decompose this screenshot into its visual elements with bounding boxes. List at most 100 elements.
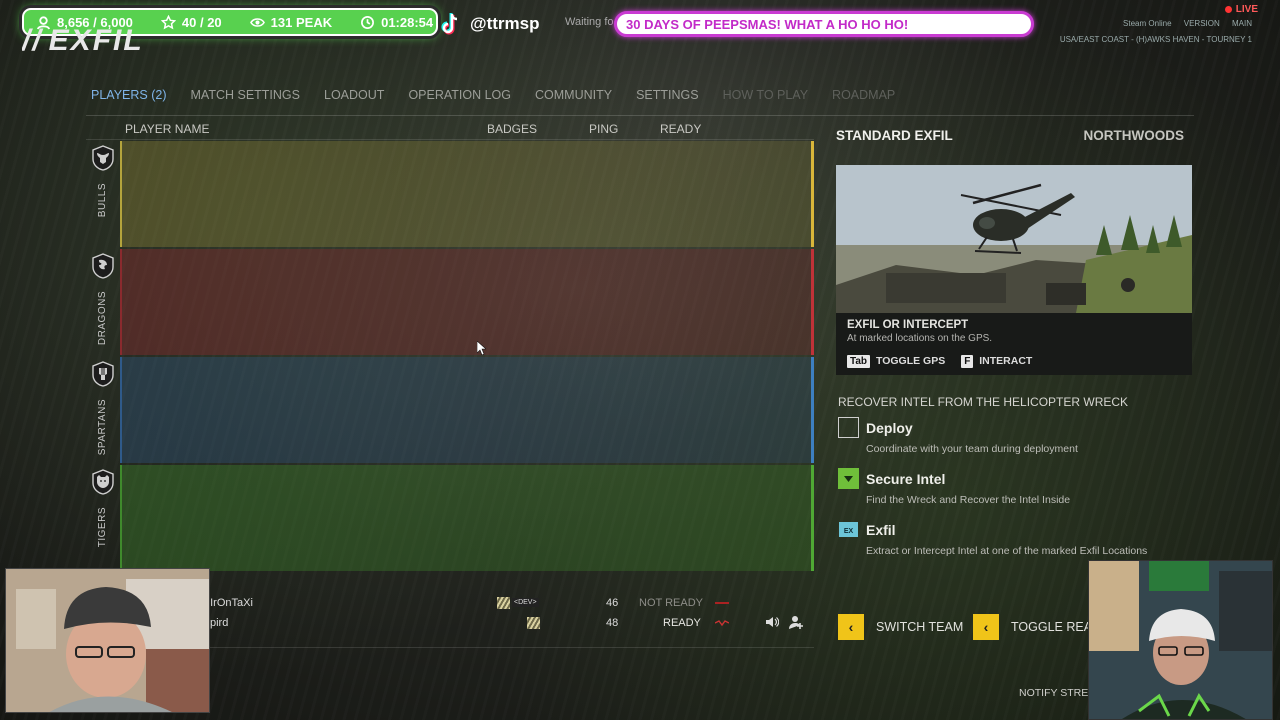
live-indicator: LIVE xyxy=(1224,4,1258,15)
team-fill xyxy=(120,357,814,463)
objective-deploy: Deploy Coordinate with your team during … xyxy=(838,417,1178,461)
server-status-row: Steam Online VERSION MAIN xyxy=(1060,16,1252,32)
objective-exfil: EX Exfil Extract or Intercept Intel at o… xyxy=(838,519,1178,563)
preview-title: EXFIL OR INTERCEPT xyxy=(847,319,969,331)
mode-preview-card: EXFIL OR INTERCEPT At marked locations o… xyxy=(836,165,1192,375)
player-name: ] IrOnTaXi xyxy=(204,597,253,609)
objective-title: Secure Intel xyxy=(866,471,946,487)
live-text: LIVE xyxy=(1235,4,1258,15)
viewers-value: 131 PEAK xyxy=(270,14,333,30)
team-row-spartans[interactable]: SPARTANS xyxy=(86,357,814,463)
team-side: SPARTANS xyxy=(86,357,119,463)
key-tab: Tab xyxy=(847,355,871,368)
person-webcam-icon xyxy=(6,569,209,712)
server-name: USA/EAST COAST - (H)AWKS HAVEN - TOURNEY… xyxy=(1059,35,1252,44)
mode-header: STANDARD EXFIL NORTHWOODS xyxy=(836,128,1184,148)
badge-icon xyxy=(497,597,510,609)
logo-slashes-icon: // xyxy=(22,28,43,54)
uptime-stat: 01:28:54 xyxy=(360,15,433,30)
spartan-emblem-icon xyxy=(91,361,114,387)
tiktok-icon xyxy=(441,13,458,35)
team-row-tigers[interactable]: TIGERS xyxy=(86,465,814,571)
objectives-title: RECOVER INTEL FROM THE HELICOPTER WRECK xyxy=(838,395,1129,409)
objective-title: Deploy xyxy=(866,420,913,436)
player-ready-status: READY xyxy=(663,617,701,629)
tab-community[interactable]: COMMUNITY xyxy=(535,86,624,115)
player-name: pird xyxy=(210,617,229,629)
steam-status: Steam Online xyxy=(1123,19,1172,28)
tab-loadout[interactable]: LOADOUT xyxy=(324,86,396,115)
dragon-emblem-icon xyxy=(91,253,114,279)
col-ready: READY xyxy=(660,122,702,136)
tab-roadmap[interactable]: ROADMAP xyxy=(832,86,907,115)
toggle-ready-button[interactable]: ‹ TOGGLE READ xyxy=(973,614,1101,640)
empty-checkbox-icon xyxy=(838,417,859,438)
objective-desc: Find the Wreck and Recover the Intel Ins… xyxy=(866,494,1071,506)
player-ready-status: NOT READY xyxy=(639,597,703,609)
team-name: SPARTANS xyxy=(97,399,108,456)
notify-stream-button[interactable]: NOTIFY STREA xyxy=(1019,687,1095,699)
team-name: TIGERS xyxy=(97,507,108,548)
team-name: BULLS xyxy=(97,183,108,218)
live-dot-icon xyxy=(1224,6,1232,13)
viewers-stat: 131 PEAK xyxy=(249,14,333,30)
team-fill xyxy=(120,141,814,247)
team-fill xyxy=(120,465,814,571)
tiger-emblem-icon xyxy=(91,469,114,495)
players-table-header: PLAYER NAME BADGES PING READY xyxy=(86,118,814,140)
handle-text: @ttrmsp xyxy=(470,14,540,33)
clock-icon xyxy=(361,15,375,29)
uptime-value: 01:28:54 xyxy=(381,14,434,30)
team-name: DRAGONS xyxy=(97,291,108,346)
ready-indicator-icon xyxy=(715,620,729,626)
webcam-left xyxy=(5,568,210,713)
tab-match-settings[interactable]: MATCH SETTINGS xyxy=(191,86,313,115)
preview-keybinds: Tab TOGGLE GPS F INTERACT xyxy=(847,355,1032,368)
mouse-cursor-icon xyxy=(477,341,486,355)
keybind-label: TOGGLE GPS xyxy=(875,355,946,367)
team-side: TIGERS xyxy=(86,465,119,571)
keybind-toggle-gps: Tab TOGGLE GPS xyxy=(847,355,945,368)
main-nav: PLAYERS (2) MATCH SETTINGS LOADOUT OPERA… xyxy=(86,86,1194,116)
objective-secure-intel: Secure Intel Find the Wreck and Recover … xyxy=(838,468,1178,512)
team-row-bulls[interactable]: BULLS xyxy=(86,141,814,247)
mode-name: STANDARD EXFIL xyxy=(836,128,953,143)
marquee-banner: 30 DAYS OF PEEPSMAS! WHAT A HO HO HO! xyxy=(614,11,1034,37)
player-ping: 46 xyxy=(606,597,619,609)
eye-icon xyxy=(249,17,265,27)
logo-text: EXFIL xyxy=(48,28,144,54)
game-logo: //EXFIL xyxy=(22,28,172,54)
tab-players[interactable]: PLAYERS (2) xyxy=(86,86,179,115)
objective-title: Exfil xyxy=(866,522,896,538)
map-name: NORTHWOODS xyxy=(1083,128,1185,143)
switch-team-label: SWITCH TEAM xyxy=(876,620,964,634)
player-ping: 48 xyxy=(606,617,619,629)
dev-tag: <DEV> xyxy=(512,598,539,607)
version-label: VERSION xyxy=(1183,19,1220,28)
speaker-icon[interactable] xyxy=(765,615,779,629)
subs-value: 40 / 20 xyxy=(181,14,222,30)
server-info: Steam Online VERSION MAIN USA/EAST COAST… xyxy=(1060,16,1252,48)
add-friend-icon[interactable] xyxy=(789,615,803,629)
col-badges: BADGES xyxy=(487,122,538,136)
tab-operation-log[interactable]: OPERATION LOG xyxy=(408,86,523,115)
chevron-left-icon: ‹ xyxy=(838,614,864,640)
switch-team-button[interactable]: ‹ SWITCH TEAM xyxy=(838,614,963,640)
keybind-interact: F INTERACT xyxy=(961,355,1032,368)
col-player-name: PLAYER NAME xyxy=(125,122,210,136)
person-webcam-icon xyxy=(1089,561,1272,719)
badge-icon xyxy=(527,617,540,629)
tab-how-to-play[interactable]: HOW TO PLAY xyxy=(723,86,820,115)
marquee-text: 30 DAYS OF PEEPSMAS! WHAT A HO HO HO! xyxy=(626,16,909,32)
team-side: BULLS xyxy=(86,141,119,247)
ready-indicator-icon xyxy=(715,602,729,604)
ex-icon: EX xyxy=(839,522,858,537)
team-fill xyxy=(120,249,814,355)
team-row-dragons[interactable]: DRAGONS xyxy=(86,249,814,355)
objective-desc: Coordinate with your team during deploym… xyxy=(866,443,1078,455)
tab-settings[interactable]: SETTINGS xyxy=(636,86,711,115)
objective-desc: Extract or Intercept Intel at one of the… xyxy=(866,545,1148,557)
keybind-label: INTERACT xyxy=(979,355,1033,367)
chevron-left-icon: ‹ xyxy=(973,614,999,640)
helicopter-scene-icon xyxy=(836,165,1192,313)
